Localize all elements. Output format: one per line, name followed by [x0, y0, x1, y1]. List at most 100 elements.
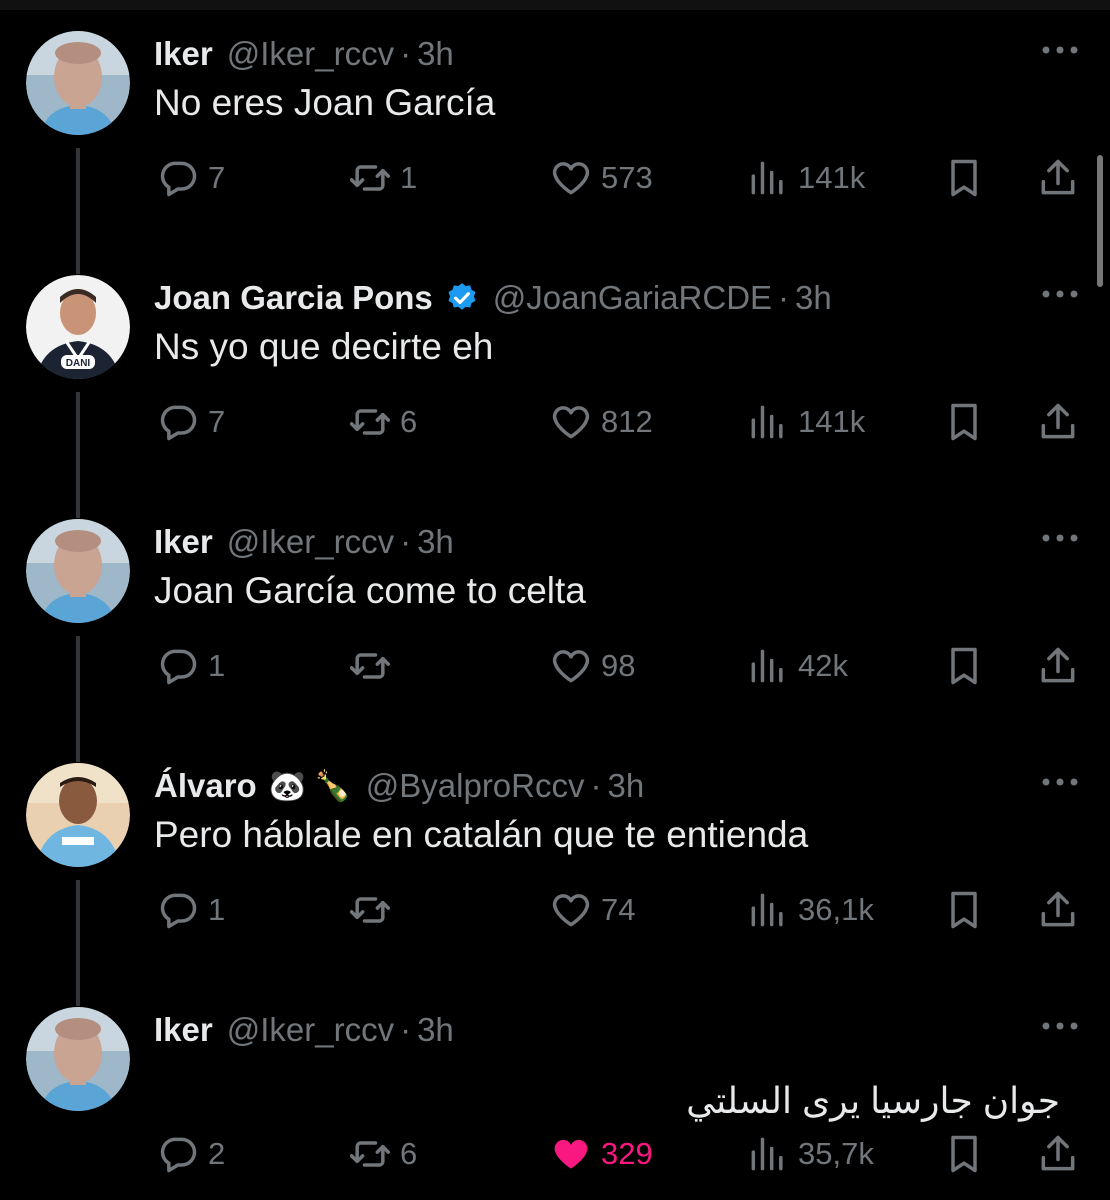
like-count: 74: [601, 892, 636, 927]
like-count: 98: [601, 648, 636, 683]
more-icon[interactable]: [1038, 528, 1082, 548]
timestamp[interactable]: 3h: [417, 523, 454, 561]
timestamp[interactable]: 3h: [417, 1011, 454, 1049]
like-count: 812: [601, 404, 653, 439]
reply-count: 1: [208, 648, 226, 683]
share-button[interactable]: [1036, 156, 1080, 200]
reply-button[interactable]: 2: [156, 1132, 225, 1176]
like-button[interactable]: 573: [549, 156, 653, 200]
tweet-alvaro[interactable]: Álvaro 🐼 🍾 @ByalproRccv · 3h Pero háblal…: [0, 763, 1110, 1022]
avatar-iker[interactable]: [26, 31, 130, 135]
separator-dot: ·: [400, 1011, 412, 1048]
bookmark-button[interactable]: [942, 644, 986, 688]
user-handle[interactable]: @ByalproRccv: [366, 767, 585, 805]
tweet-iker-1[interactable]: Iker @Iker_rccv · 3h No eres Joan García…: [0, 31, 1110, 290]
more-icon[interactable]: [1038, 1016, 1082, 1036]
display-name[interactable]: Iker: [154, 523, 213, 561]
bookmark-button[interactable]: [942, 888, 986, 932]
heart-filled-icon: [554, 1139, 588, 1169]
display-name[interactable]: Joan Garcia Pons: [154, 279, 433, 317]
avatar-joan[interactable]: DANI: [26, 275, 130, 379]
views-button[interactable]: 35,7k: [746, 1132, 874, 1176]
timestamp[interactable]: 3h: [795, 279, 832, 317]
like-button[interactable]: 74: [549, 888, 635, 932]
more-icon[interactable]: [1038, 40, 1082, 60]
tweet-header: Álvaro 🐼 🍾 @ByalproRccv · 3h: [154, 766, 644, 806]
share-icon: [1041, 647, 1075, 683]
views-button[interactable]: 42k: [746, 644, 848, 688]
views-button[interactable]: 141k: [746, 156, 865, 200]
bookmark-button[interactable]: [942, 400, 986, 444]
separator-dot: ·: [590, 767, 602, 804]
retweet-icon: [349, 897, 391, 923]
retweet-icon: [349, 653, 391, 679]
reply-button[interactable]: 7: [156, 156, 225, 200]
share-icon: [1041, 159, 1075, 195]
like-button[interactable]: 812: [549, 400, 653, 444]
retweet-button[interactable]: [348, 644, 400, 688]
tweet-iker-3[interactable]: Iker @Iker_rccv · 3h جوان جارسيا يرى الس…: [0, 1007, 1110, 1200]
display-name[interactable]: Iker: [154, 35, 213, 73]
share-icon: [1041, 403, 1075, 439]
retweet-button[interactable]: 6: [348, 1132, 417, 1176]
thread-line: [76, 880, 80, 1006]
more-icon[interactable]: [1038, 772, 1082, 792]
views-count: 141k: [798, 404, 866, 439]
share-button[interactable]: [1036, 1132, 1080, 1176]
bookmark-button[interactable]: [942, 1132, 986, 1176]
timestamp[interactable]: 3h: [608, 767, 645, 805]
retweet-button[interactable]: 6: [348, 400, 417, 444]
views-button[interactable]: 36,1k: [746, 888, 874, 932]
reply-icon: [160, 893, 197, 929]
reply-button[interactable]: 7: [156, 400, 225, 444]
tweet-text: Pero háblale en catalán que te entienda: [154, 814, 809, 855]
share-button[interactable]: [1036, 400, 1080, 444]
reply-count: 7: [208, 160, 226, 195]
more-icon[interactable]: [1038, 284, 1082, 304]
retweet-button[interactable]: 1: [348, 156, 417, 200]
bookmark-icon: [951, 1135, 977, 1173]
tweet-header: Joan Garcia Pons @JoanGariaRCDE · 3h: [154, 278, 832, 318]
tweet-iker-2[interactable]: Iker @Iker_rccv · 3h Joan García come to…: [0, 519, 1110, 778]
views-count: 141k: [798, 160, 866, 195]
retweet-icon: [349, 1141, 391, 1167]
tweet-text: Joan García come to celta: [154, 570, 586, 611]
views-icon: [751, 893, 783, 927]
like-button[interactable]: 98: [549, 644, 635, 688]
retweet-icon: [349, 409, 391, 435]
avatar-alvaro[interactable]: [26, 763, 130, 867]
user-handle[interactable]: @JoanGariaRCDE: [493, 279, 772, 317]
share-button[interactable]: [1036, 888, 1080, 932]
user-handle[interactable]: @Iker_rccv: [227, 1011, 394, 1049]
retweet-button[interactable]: [348, 888, 400, 932]
reply-icon: [160, 1137, 197, 1173]
tweet-joan[interactable]: DANI Joan Garcia Pons @JoanGariaRCDE · 3…: [0, 275, 1110, 534]
views-count: 42k: [798, 648, 848, 683]
tweet-header: Iker @Iker_rccv · 3h: [154, 1010, 454, 1050]
reply-button[interactable]: 1: [156, 644, 225, 688]
heart-icon: [552, 162, 590, 195]
reply-button[interactable]: 1: [156, 888, 225, 932]
user-handle[interactable]: @Iker_rccv: [227, 35, 394, 73]
views-count: 36,1k: [798, 892, 874, 927]
avatar-iker[interactable]: [26, 1007, 130, 1111]
bookmark-icon: [951, 891, 977, 929]
heart-icon: [552, 894, 590, 927]
share-button[interactable]: [1036, 644, 1080, 688]
display-name[interactable]: Iker: [154, 1011, 213, 1049]
bookmark-icon: [951, 403, 977, 441]
name-emoji: 🐼 🍾: [268, 769, 352, 803]
views-icon: [751, 161, 783, 195]
bookmark-button[interactable]: [942, 156, 986, 200]
timestamp[interactable]: 3h: [417, 35, 454, 73]
user-handle[interactable]: @Iker_rccv: [227, 523, 394, 561]
display-name[interactable]: Álvaro: [154, 767, 257, 805]
top-strip: [0, 0, 1110, 10]
views-icon: [751, 649, 783, 683]
views-button[interactable]: 141k: [746, 400, 865, 444]
like-count: 329: [601, 1136, 653, 1171]
avatar-iker[interactable]: [26, 519, 130, 623]
tweet-header: Iker @Iker_rccv · 3h: [154, 522, 454, 562]
like-button[interactable]: 329: [549, 1132, 653, 1176]
reply-count: 7: [208, 404, 226, 439]
